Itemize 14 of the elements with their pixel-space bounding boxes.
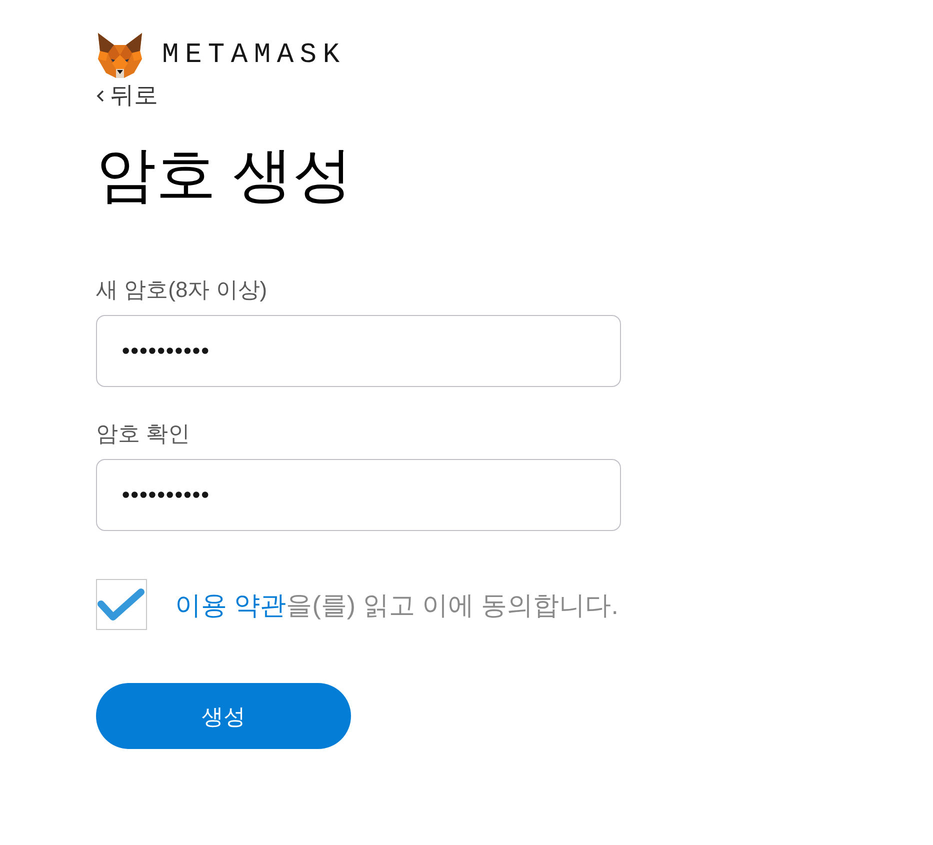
- field-label: 암호 확인: [96, 421, 192, 447]
- checkmark-icon: [97, 588, 145, 622]
- page-title: 암호 생성: [96, 145, 353, 205]
- password-field[interactable]: ••••••••••: [96, 315, 621, 387]
- field-label: 새 암호(8자 이상): [96, 277, 268, 303]
- password-field[interactable]: ••••••••••: [96, 459, 621, 531]
- chevron-left-icon: [96, 90, 104, 102]
- metamask-wordmark: METAMASK: [162, 42, 346, 70]
- fox-head-icon: [96, 33, 144, 78]
- terms-agreement-text: 이용 약관을(를) 읽고 이에 동의합니다.: [175, 592, 618, 618]
- terms-of-use-link[interactable]: 이용 약관: [175, 590, 286, 620]
- create-button[interactable]: 생성: [96, 683, 351, 749]
- terms-checkbox[interactable]: [96, 579, 147, 630]
- back-link[interactable]: 뒤로: [96, 84, 158, 108]
